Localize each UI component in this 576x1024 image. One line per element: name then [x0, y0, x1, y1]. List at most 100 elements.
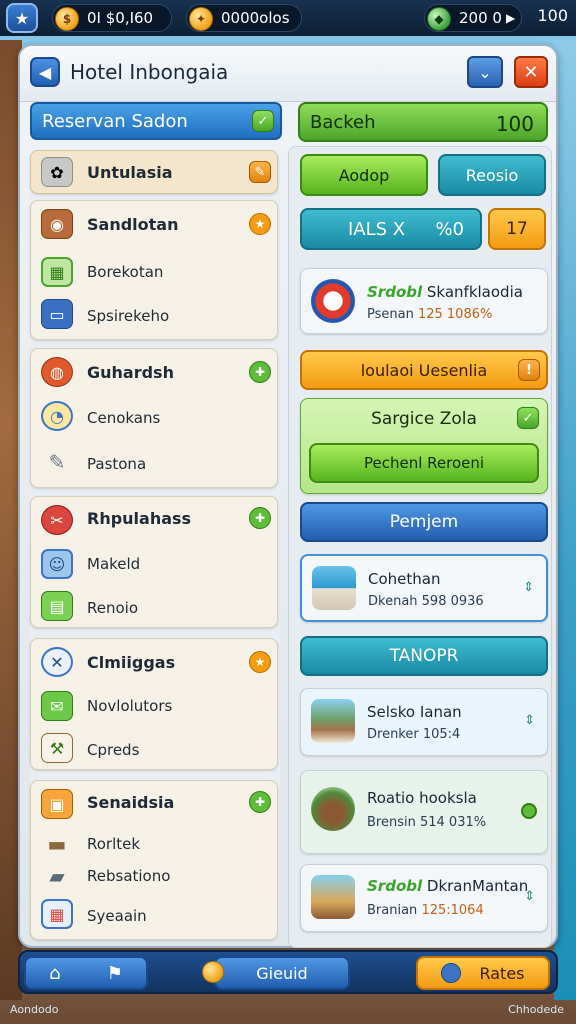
close-button[interactable]: ✕ [514, 56, 548, 88]
footer-right-text: Chhodede [508, 1003, 564, 1016]
pizza-icon: ◉ [41, 209, 73, 239]
pen-icon: ✎ [48, 450, 66, 474]
close-icon: ✕ [523, 61, 539, 83]
gem-counter: ◆ 200 0 ▶ [424, 4, 522, 32]
pechenl-label: Pechenl Reroeni [363, 454, 485, 472]
card-sub-label: Psenan [367, 307, 414, 322]
tanopr-label: TANOPR [389, 646, 459, 666]
reservation-tab[interactable]: Reservan Sadon ✓ [30, 102, 282, 140]
category-card: ✂ Rhpulahass ✚ ☺ Makeld ▤ Renoio [30, 496, 278, 628]
person-icon: ☺ [41, 549, 73, 579]
coin-counter: $ 0I $0,I60 [52, 4, 172, 32]
rates-label: Rates [479, 963, 525, 983]
guest-card[interactable]: Srdobl Skanfklaodia Psenan 125 1086% [300, 268, 548, 334]
card-title: Rhpulahass [87, 509, 192, 528]
alert-icon: ! [518, 359, 540, 381]
section-header-label: Untulasia [87, 163, 173, 182]
list-item[interactable]: Syeaain [87, 907, 147, 925]
list-item[interactable]: Rorltek [87, 835, 140, 853]
category-card: ◉ Sandlotan ★ ▦ Borekotan ▭ Spsirekeho [30, 200, 278, 340]
card-name: Roatio hooksla [367, 789, 477, 807]
coin-value: 0I $0,I60 [87, 9, 154, 27]
room-card[interactable]: Cohethan Dkenah 598 0936 ⇕ [300, 554, 548, 622]
list-item[interactable]: Rebsationo [87, 867, 170, 885]
loulaoi-button[interactable]: loulaoi Uesenlia ! [300, 350, 548, 390]
card-sub: Brensin 514 031% [367, 815, 487, 830]
edit-icon[interactable]: ✎ [249, 161, 271, 183]
room-card[interactable]: Selsko Ianan Drenker 105:4 ⇕ [300, 688, 548, 756]
chevron-down-icon: ⌄ [478, 62, 492, 82]
list-item[interactable]: Spsirekeho [87, 307, 169, 325]
pemjem-button[interactable]: Pemjem [300, 502, 548, 542]
section-header[interactable]: ✿ Untulasia ✎ [30, 150, 278, 194]
star-icon: ★ [14, 8, 30, 28]
home-icon[interactable]: ⌂ [49, 963, 60, 984]
home-nav-button[interactable]: ⌂ ⚑ [24, 956, 148, 990]
pechenl-button[interactable]: Pechenl Reroeni [309, 443, 539, 483]
list-item[interactable]: Borekotan [87, 263, 163, 281]
list-item[interactable]: Novlolutors [87, 697, 172, 715]
list-item[interactable]: Cpreds [87, 741, 139, 759]
expand-button[interactable]: ⌄ [467, 56, 503, 88]
gold-counter: ✦ 0000olos [186, 4, 302, 32]
hotel-panel: ◀ Hotel Inbongaia ⌄ ✕ Reservan Sadon ✓ ✿… [18, 44, 558, 948]
ials-value: %0 [435, 218, 464, 240]
card-sub-label: Branian [367, 903, 418, 918]
card-sub-value: 125:1064 [421, 903, 484, 918]
plus-badge-icon: ✚ [249, 507, 271, 529]
service-card: Sargice Zola ✓ Pechenl Reroeni [300, 398, 548, 494]
flag-icon[interactable]: ⚑ [107, 963, 123, 984]
rates-button[interactable]: Rates [416, 956, 550, 990]
bed-icon: ▬ [47, 832, 67, 856]
ials-button[interactable]: IALS X %0 [300, 208, 482, 250]
backeh-label: Backeh [310, 111, 376, 133]
count-badge[interactable]: 17 [488, 208, 546, 250]
check-icon: ✓ [517, 407, 539, 429]
aodop-label: Aodop [338, 165, 390, 185]
card-prefix: Srdobl [367, 283, 423, 301]
card-sub-value: 125 1086% [417, 307, 493, 322]
card-title: Clmiiggas [87, 653, 176, 672]
list-item[interactable]: Pastona [87, 455, 146, 473]
calendar-icon: ▦ [41, 257, 73, 287]
loulaoi-label: loulaoi Uesenlia [360, 360, 488, 380]
chart-icon: ▤ [41, 591, 73, 621]
plus-badge-icon: ✚ [249, 361, 271, 383]
ticket-icon: ▭ [41, 299, 73, 329]
profile-star-button[interactable]: ★ [6, 3, 38, 33]
back-button[interactable]: ◀ [30, 57, 60, 87]
globe-icon [441, 963, 462, 983]
list-item[interactable]: Cenokans [87, 409, 160, 427]
star-badge-icon: ★ [249, 213, 271, 235]
room-card[interactable]: Roatio hooksla Brensin 514 031% [300, 770, 548, 854]
aodop-button[interactable]: Aodop [300, 154, 428, 196]
tools-icon: ✂ [41, 505, 73, 535]
expand-arrows-icon[interactable]: ⇕ [524, 713, 535, 728]
gem-value: 200 0 [459, 9, 502, 27]
gem-arrow-icon[interactable]: ▶ [506, 11, 515, 25]
arrow-left-icon: ◀ [38, 62, 52, 82]
list-item[interactable]: Renoio [87, 599, 138, 617]
tree-thumb-icon [311, 787, 355, 831]
guest-button[interactable]: Gieuid [214, 956, 350, 990]
reosio-button[interactable]: Reosio [438, 154, 546, 196]
backeh-bar[interactable]: Backeh 100 [298, 102, 548, 142]
list-item[interactable]: Makeld [87, 555, 140, 573]
check-icon: ✓ [252, 110, 274, 132]
car-icon: ▰ [49, 864, 65, 888]
clipboard-icon: ▣ [41, 789, 73, 819]
badge-icon: ✿ [41, 157, 73, 187]
expand-arrows-icon[interactable]: ⇕ [523, 580, 534, 595]
coin-icon: $ [55, 7, 79, 31]
card-prefix: Srdobl [367, 877, 423, 895]
gold-coin-icon: ✦ [189, 7, 213, 31]
beach-ball-icon [311, 279, 355, 323]
cabana-thumb-icon [311, 699, 355, 743]
card-sub: Dkenah 598 0936 [368, 594, 484, 609]
expand-arrows-icon[interactable]: ⇕ [524, 889, 535, 904]
mail-icon: ✉ [41, 691, 73, 721]
tanopr-button[interactable]: TANOPR [300, 636, 548, 676]
guest-card[interactable]: Srdobl DkranMantan Branian 125:1064 ⇕ [300, 864, 548, 932]
build-icon: ⚒ [41, 733, 73, 763]
category-card: ✕ Clmiiggas ★ ✉ Novlolutors ⚒ Cpreds [30, 638, 278, 770]
